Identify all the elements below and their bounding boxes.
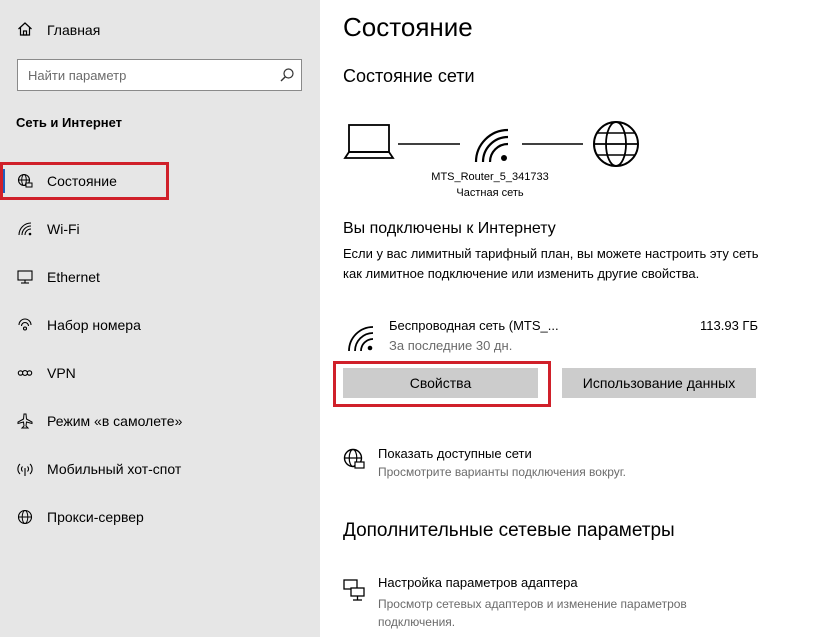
hotspot-icon [16, 460, 34, 478]
sidebar-item-airplane[interactable]: Режим «в самолете» [0, 401, 320, 441]
adapter-settings-title: Настройка параметров адаптера [378, 575, 578, 590]
sidebar-item-hotspot[interactable]: Мобильный хот-спот [0, 449, 320, 489]
advanced-settings-title: Дополнительные сетевые параметры [343, 520, 675, 541]
show-networks-link[interactable]: Показать доступные сети Просмотрите вари… [342, 444, 762, 484]
sidebar-item-label: Мобильный хот-спот [47, 461, 182, 477]
home-link[interactable]: Главная [0, 14, 320, 44]
network-status-title: Состояние сети [343, 66, 475, 86]
show-networks-title: Показать доступные сети [378, 446, 532, 461]
internet-globe-icon [593, 121, 639, 167]
section-title: Сеть и Интернет [16, 115, 123, 130]
adapter-settings-description: Просмотр сетевых адаптеров и изменение п… [378, 597, 687, 629]
main-panel: Состояние Состояние сети MTS_Router_5_34… [320, 0, 827, 637]
sidebar-item-wifi[interactable]: Wi-Fi [0, 209, 320, 249]
globe-network-icon [342, 447, 366, 471]
sidebar-item-proxy[interactable]: Прокси-сервер [0, 497, 320, 537]
connected-description: Если у вас лимитный тарифный план, вы мо… [343, 246, 759, 281]
network-type: Частная сеть [456, 187, 524, 199]
wifi-connection-icon [346, 323, 376, 353]
network-name: MTS_Router_5_341733 [431, 171, 549, 183]
sidebar-item-label: VPN [47, 365, 76, 381]
wifi-signal-icon [474, 128, 509, 163]
search-icon[interactable] [279, 67, 295, 83]
sidebar-item-ethernet[interactable]: Ethernet [0, 257, 320, 297]
page-title: Состояние [343, 12, 473, 42]
sidebar-item-dialup[interactable]: Набор номера [0, 305, 320, 345]
highlight-properties-box [333, 361, 551, 407]
vpn-icon [16, 364, 34, 382]
airplane-icon [16, 412, 34, 430]
adapter-settings-link[interactable]: Настройка параметров адаптера Просмотр с… [342, 574, 762, 634]
sidebar-item-label: Wi-Fi [47, 221, 80, 237]
show-networks-description: Просмотрите варианты подключения вокруг. [378, 465, 626, 479]
search-input[interactable]: Найти параметр [17, 59, 302, 91]
laptop-icon [343, 124, 395, 159]
network-adapter-icon [342, 578, 366, 602]
sidebar-item-label: Режим «в самолете» [47, 413, 183, 429]
sidebar-item-vpn[interactable]: VPN [0, 353, 320, 393]
sidebar: Главная Найти параметр Сеть и Интернет С… [0, 0, 320, 637]
data-usage-amount: 113.93 ГБ [700, 318, 758, 333]
network-diagram [340, 118, 650, 178]
highlight-status-box [0, 162, 169, 200]
home-icon [16, 20, 34, 38]
search-placeholder: Найти параметр [28, 68, 127, 83]
sidebar-item-label: Ethernet [47, 269, 100, 285]
connection-period: За последние 30 дн. [389, 338, 513, 353]
connection-name: Беспроводная сеть (MTS_... [389, 318, 559, 333]
connected-title: Вы подключены к Интернету [343, 220, 556, 237]
home-label: Главная [47, 22, 101, 38]
data-usage-button[interactable]: Использование данных [562, 368, 756, 398]
ethernet-monitor-icon [16, 268, 34, 286]
dialup-icon [16, 316, 34, 334]
wifi-icon [16, 220, 34, 238]
sidebar-item-label: Набор номера [47, 317, 141, 333]
globe-icon [16, 508, 34, 526]
sidebar-item-label: Прокси-сервер [47, 509, 144, 525]
